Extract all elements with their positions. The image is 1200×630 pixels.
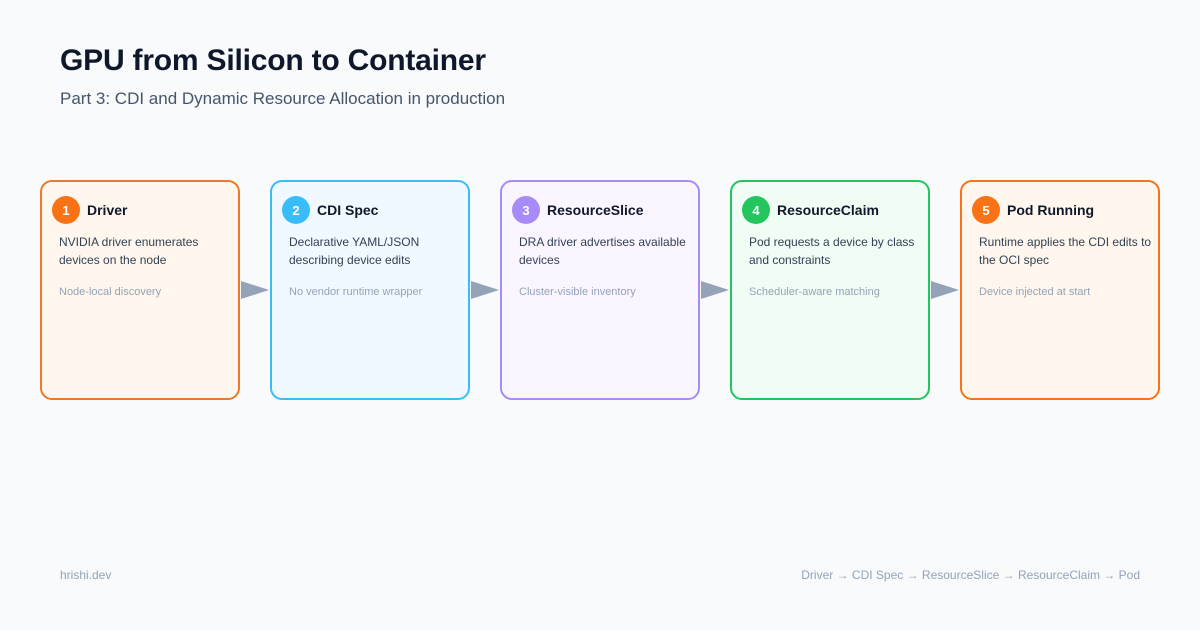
- step-card-pod-running: 5 Pod Running Runtime applies the CDI ed…: [960, 180, 1160, 400]
- step-card-resourceslice: 3 ResourceSlice DRA driver advertises av…: [500, 180, 700, 400]
- step-header: 1 Driver: [52, 196, 127, 224]
- step-number-badge: 2: [282, 196, 310, 224]
- step-number-badge: 5: [972, 196, 1000, 224]
- step-description: Runtime applies the CDI edits to the OCI…: [979, 235, 1152, 267]
- step-title: Pod Running: [1007, 202, 1095, 218]
- step-number-badge: 1: [52, 196, 80, 224]
- step-note: Node-local discovery: [59, 286, 162, 298]
- step-note: Device injected at start: [979, 286, 1091, 298]
- step-header: 5 Pod Running: [972, 196, 1094, 224]
- arrow-right-icon: [241, 281, 269, 299]
- step-note: No vendor runtime wrapper: [289, 286, 423, 298]
- step-description: DRA driver advertises available devices: [519, 235, 686, 267]
- step-note: Scheduler-aware matching: [749, 286, 880, 298]
- step-description: Pod requests a device by class and const…: [749, 235, 915, 267]
- page-title: GPU from Silicon to Container: [60, 44, 486, 77]
- page-subtitle: Part 3: CDI and Dynamic Resource Allocat…: [60, 89, 506, 108]
- footer-flow-summary: Driver → CDI Spec → ResourceSlice → Reso…: [801, 568, 1140, 582]
- step-header: 4 ResourceClaim: [742, 196, 879, 224]
- step-number-badge: 4: [742, 196, 770, 224]
- step-card-driver: 1 Driver NVIDIA driver enumerates device…: [40, 180, 240, 400]
- step-header: 2 CDI Spec: [282, 196, 378, 224]
- arrow-right-icon: [701, 281, 729, 299]
- footer-site: hrishi.dev: [60, 568, 112, 582]
- step-title: ResourceSlice: [547, 202, 644, 218]
- step-description: NVIDIA driver enumerates devices on the …: [59, 235, 199, 267]
- step-note: Cluster-visible inventory: [519, 286, 636, 298]
- step-card-resourceclaim: 4 ResourceClaim Pod requests a device by…: [730, 180, 930, 400]
- step-title: CDI Spec: [317, 202, 379, 218]
- arrow-right-icon: [931, 281, 959, 299]
- step-title: ResourceClaim: [777, 202, 879, 218]
- step-header: 3 ResourceSlice: [512, 196, 644, 224]
- step-number-badge: 3: [512, 196, 540, 224]
- step-description: Declarative YAML/JSON describing device …: [289, 235, 420, 267]
- step-card-cdi-spec: 2 CDI Spec Declarative YAML/JSON describ…: [270, 180, 470, 400]
- step-title: Driver: [87, 202, 128, 218]
- arrow-right-icon: [471, 281, 499, 299]
